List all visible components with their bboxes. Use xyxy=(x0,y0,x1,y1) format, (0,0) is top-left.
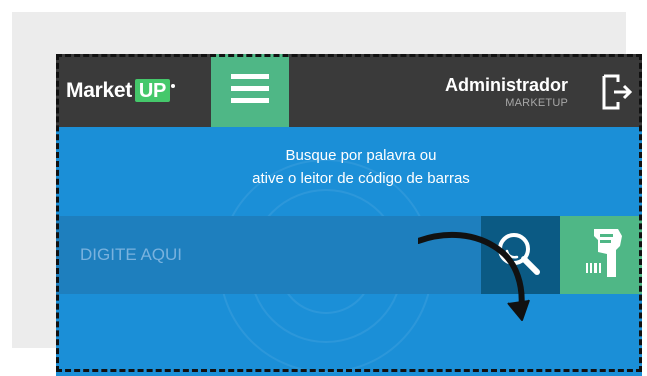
search-button[interactable] xyxy=(481,216,560,294)
search-input[interactable] xyxy=(56,216,481,294)
barcode-scanner-button[interactable] xyxy=(560,216,642,294)
menu-icon xyxy=(231,74,269,104)
menu-line xyxy=(231,98,269,103)
screenshot-stage: Market UP Administrador MARKETUP Busque … xyxy=(0,0,647,376)
search-icon xyxy=(498,233,540,275)
logout-icon xyxy=(602,74,633,110)
search-row xyxy=(56,216,642,294)
brand-badge: UP xyxy=(134,79,171,102)
search-hint-line-1: Busque por palavra ou xyxy=(285,147,437,164)
menu-button[interactable] xyxy=(211,54,289,127)
menu-line xyxy=(231,86,269,91)
search-hint-line-2: ative o leitor de código de barras xyxy=(252,170,470,187)
logout-button[interactable] xyxy=(598,72,636,112)
menu-line xyxy=(231,74,269,79)
brand-mark-dot xyxy=(171,83,176,88)
brand-text: Market xyxy=(66,79,132,102)
brand-logo: Market UP xyxy=(66,79,176,102)
top-bar: Market UP Administrador MARKETUP xyxy=(56,54,642,127)
barcode-scanner-icon xyxy=(586,229,622,277)
search-panel: Busque por palavra ou ative o leitor de … xyxy=(56,127,642,376)
search-input-container xyxy=(56,216,481,294)
user-info: Administrador MARKETUP xyxy=(445,76,568,110)
user-name: Administrador xyxy=(444,75,568,95)
app-frame: Market UP Administrador MARKETUP Busque … xyxy=(56,54,642,376)
company-name: MARKETUP xyxy=(505,96,568,109)
